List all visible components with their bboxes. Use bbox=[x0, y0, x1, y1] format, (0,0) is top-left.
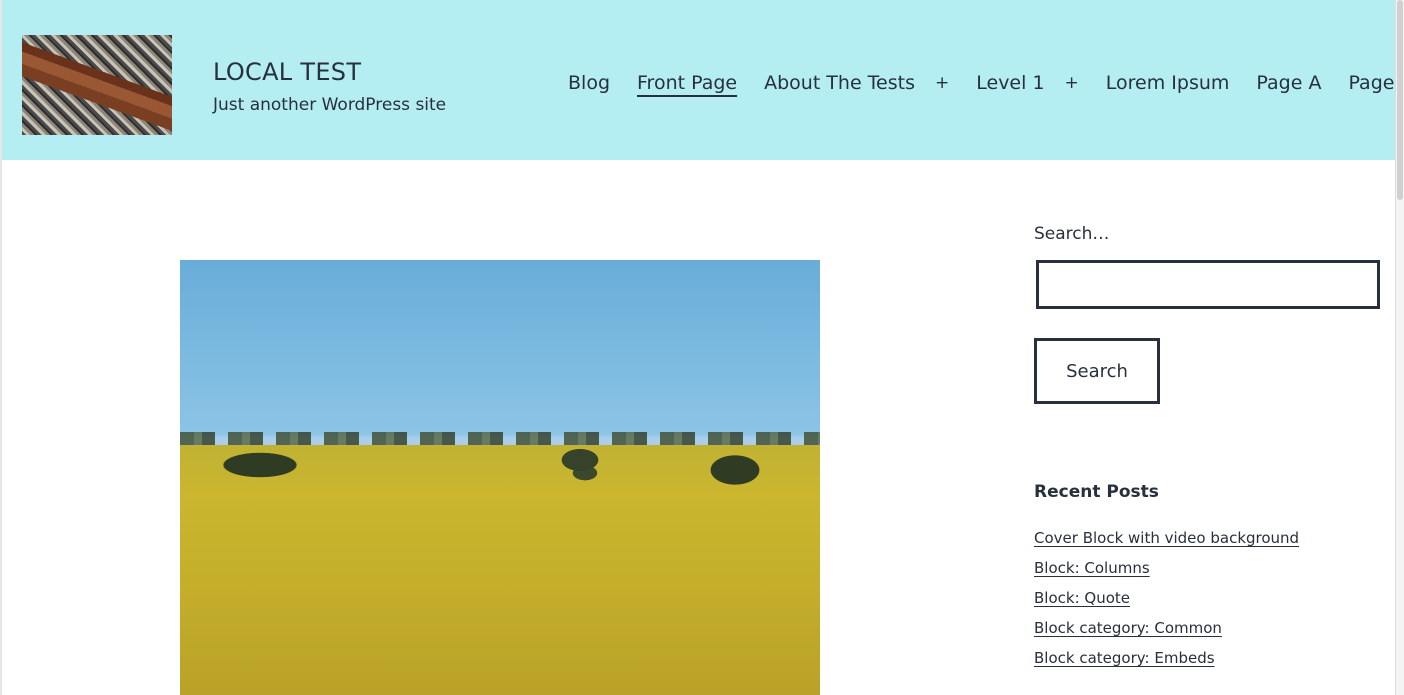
site-description: Just another WordPress site bbox=[213, 95, 447, 115]
scrollbar[interactable] bbox=[1395, 0, 1404, 695]
recent-posts-heading: Recent Posts bbox=[1034, 482, 1159, 502]
sidebar: Search… Search Recent Posts Cover Block … bbox=[1034, 224, 1384, 667]
list-item: Block category: Embeds bbox=[1034, 649, 1299, 679]
featured-image bbox=[180, 260, 820, 695]
scrollbar-thumb[interactable] bbox=[1397, 0, 1403, 200]
list-item: Block category: Common bbox=[1034, 619, 1299, 649]
search-button[interactable]: Search bbox=[1034, 338, 1160, 404]
nav-item-front-page[interactable]: Front Page bbox=[637, 72, 737, 94]
recent-post-link[interactable]: Block: Quote bbox=[1034, 589, 1130, 607]
primary-menu: Blog Front Page About The Tests + Level … bbox=[568, 72, 1404, 94]
submenu-expand-icon[interactable]: + bbox=[935, 73, 949, 93]
site-header: LOCAL TEST Just another WordPress site B… bbox=[2, 0, 1404, 160]
recent-post-link[interactable]: Block category: Common bbox=[1034, 619, 1222, 637]
site-logo[interactable] bbox=[22, 35, 172, 135]
nav-item-lorem-ipsum[interactable]: Lorem Ipsum bbox=[1106, 72, 1230, 94]
recent-post-link[interactable]: Block: Columns bbox=[1034, 559, 1150, 577]
nav-item-page-a[interactable]: Page A bbox=[1256, 72, 1321, 94]
recent-post-link[interactable]: Cover Block with video background bbox=[1034, 529, 1299, 547]
search-label: Search… bbox=[1034, 224, 1110, 244]
list-item: Block: Quote bbox=[1034, 589, 1299, 619]
nav-item-blog[interactable]: Blog bbox=[568, 72, 610, 94]
nav-item-level-1[interactable]: Level 1 bbox=[976, 72, 1044, 94]
list-item: Cover Block with video background bbox=[1034, 529, 1299, 559]
list-item: Block: Columns bbox=[1034, 559, 1299, 589]
search-input[interactable] bbox=[1036, 260, 1380, 309]
image-field bbox=[180, 445, 820, 695]
site-title[interactable]: LOCAL TEST bbox=[213, 58, 361, 86]
submenu-expand-icon[interactable]: + bbox=[1065, 73, 1079, 93]
recent-posts-list: Cover Block with video background Block:… bbox=[1034, 529, 1299, 679]
nav-item-about-the-tests[interactable]: About The Tests bbox=[764, 72, 915, 94]
recent-post-link[interactable]: Block category: Embeds bbox=[1034, 649, 1215, 667]
